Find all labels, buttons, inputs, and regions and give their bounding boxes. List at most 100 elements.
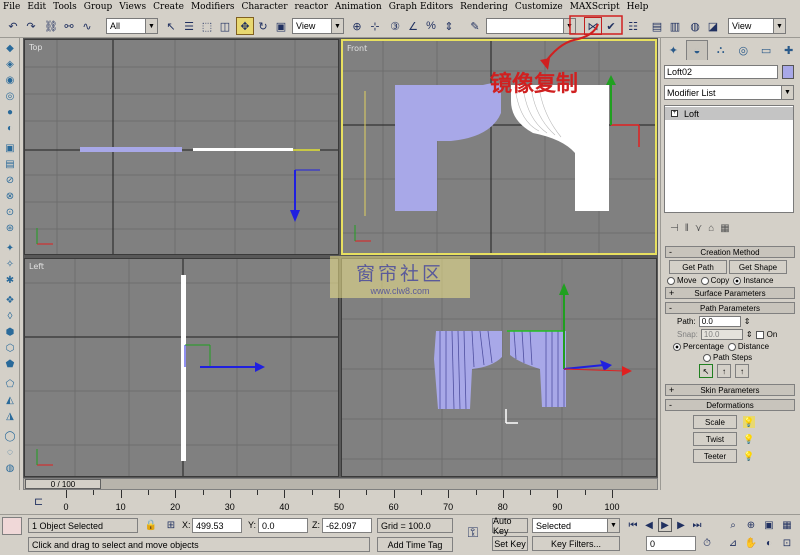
snaps-toggle-icon[interactable]: ③ xyxy=(386,17,404,35)
edit-named-selection-icon[interactable]: ✎ xyxy=(466,17,484,35)
reactor-tool-icon[interactable]: ▣ xyxy=(3,142,17,154)
lightbulb-icon[interactable]: 💡 xyxy=(743,450,755,462)
loft-object-perspective[interactable] xyxy=(434,331,502,409)
remove-modifier-icon[interactable]: ⌂ xyxy=(708,223,714,234)
key-mode-dropdown[interactable]: Selected ▼ xyxy=(532,518,620,533)
field-of-view-icon[interactable]: ⊿ xyxy=(726,536,740,550)
radio-instance[interactable]: Instance xyxy=(733,276,774,285)
reference-coordinate-dropdown[interactable]: View ▼ xyxy=(292,18,344,34)
show-end-result-icon[interactable]: ‖ xyxy=(685,223,689,234)
reactor-tool-icon[interactable]: ◍ xyxy=(3,462,17,474)
selection-filter-dropdown[interactable]: All ▼ xyxy=(106,18,158,34)
pan-icon[interactable]: ✋ xyxy=(744,536,758,550)
menu-views[interactable]: Views xyxy=(119,2,146,12)
reactor-tool-icon[interactable]: ⬠ xyxy=(3,378,17,390)
pivot-center-icon[interactable]: ⊕ xyxy=(348,17,366,35)
schematic-view-icon[interactable]: ▥ xyxy=(666,17,684,35)
lock-selection-icon[interactable]: 🔒 xyxy=(144,518,158,532)
select-object-icon[interactable]: ↖ xyxy=(162,17,180,35)
stack-item-loft[interactable]: + Loft xyxy=(665,107,793,120)
menu-graph-editors[interactable]: Graph Editors xyxy=(389,2,453,12)
reactor-tool-icon[interactable]: ✦ xyxy=(3,242,17,254)
menu-character[interactable]: Character xyxy=(242,2,288,12)
spinner-arrows-icon[interactable]: ⇕ xyxy=(746,330,753,339)
menu-edit[interactable]: Edit xyxy=(27,2,46,12)
set-key-button[interactable]: Set Key xyxy=(492,536,528,551)
link-icon[interactable]: ⛓ xyxy=(42,17,60,35)
bind-space-warp-icon[interactable]: ∿ xyxy=(78,17,96,35)
zoom-extents-icon[interactable]: ▣ xyxy=(762,518,776,532)
snap-spinner[interactable]: 10.0 xyxy=(700,329,743,340)
viewport-left[interactable]: Left xyxy=(24,258,339,477)
reactor-tool-icon[interactable]: ◉ xyxy=(3,74,17,86)
loft-object-front[interactable] xyxy=(395,83,501,211)
menu-modifiers[interactable]: Modifiers xyxy=(191,2,235,12)
menu-file[interactable]: File xyxy=(3,2,20,12)
reactor-tool-icon[interactable]: ⊛ xyxy=(3,222,17,234)
add-time-tag-button[interactable]: Add Time Tag xyxy=(377,537,453,552)
reactor-tool-icon[interactable]: ◮ xyxy=(3,410,17,422)
utilities-tab-icon[interactable]: ✚ xyxy=(778,40,799,60)
reactor-tool-icon[interactable]: ⬟ xyxy=(3,358,17,370)
next-shape-icon[interactable]: ↑ xyxy=(735,364,749,378)
rollout-deformations[interactable]: - Deformations xyxy=(665,399,795,411)
reactor-tool-icon[interactable]: ❖ xyxy=(3,294,17,306)
rollout-surface-parameters[interactable]: + Surface Parameters xyxy=(665,287,795,299)
loft-object-top[interactable] xyxy=(80,147,182,152)
scale-deformation-button[interactable]: Scale xyxy=(693,415,737,429)
menu-group[interactable]: Group xyxy=(84,2,112,12)
create-tab-icon[interactable]: ✦ xyxy=(663,40,684,60)
key-filters-button[interactable]: Key Filters... xyxy=(532,536,620,551)
configure-modifier-sets-icon[interactable]: ▦ xyxy=(720,223,729,234)
reactor-tool-icon[interactable]: ◌ xyxy=(3,446,17,458)
radio-path-steps[interactable]: Path Steps xyxy=(703,353,752,362)
play-icon[interactable]: ▶ xyxy=(658,518,672,532)
reactor-tool-icon[interactable]: ◯ xyxy=(3,430,17,442)
reactor-tool-icon[interactable]: ◆ xyxy=(3,42,17,54)
reactor-tool-icon[interactable]: ⬢ xyxy=(3,326,17,338)
reactor-tool-icon[interactable]: ✧ xyxy=(3,258,17,270)
display-tab-icon[interactable]: ▭ xyxy=(756,40,777,60)
mini-curve-editor-icon[interactable]: ⊏ xyxy=(34,495,43,508)
twist-deformation-button[interactable]: Twist xyxy=(693,432,737,446)
menu-animation[interactable]: Animation xyxy=(335,2,382,12)
reactor-tool-icon[interactable]: ⬡ xyxy=(3,342,17,354)
x-coordinate-field[interactable]: 499.53 xyxy=(192,518,242,533)
loft-copy-front[interactable] xyxy=(511,85,609,211)
radio-percentage[interactable]: Percentage xyxy=(673,342,724,351)
spinner-arrows-icon[interactable]: ⇕ xyxy=(744,317,751,326)
zoom-extents-all-icon[interactable]: ▦ xyxy=(780,518,794,532)
get-shape-button[interactable]: Get Shape xyxy=(729,260,787,274)
angle-snap-icon[interactable]: ∠ xyxy=(404,17,422,35)
hierarchy-tab-icon[interactable]: ⛬ xyxy=(710,40,731,60)
z-coordinate-field[interactable]: -62.097 xyxy=(322,518,372,533)
get-path-button[interactable]: Get Path xyxy=(669,260,727,274)
auto-key-button[interactable]: Auto Key xyxy=(492,516,528,536)
modify-tab-icon[interactable]: ◒ xyxy=(685,40,709,60)
spinner-snap-icon[interactable]: ⇕ xyxy=(440,17,458,35)
material-editor-icon[interactable]: ◍ xyxy=(686,17,704,35)
zoom-all-icon[interactable]: ⊕ xyxy=(744,518,758,532)
viewport-label[interactable]: Top xyxy=(29,43,43,52)
maximize-viewport-icon[interactable]: ⊡ xyxy=(780,536,794,550)
viewport-label[interactable]: Left xyxy=(29,262,44,271)
expand-icon[interactable]: + xyxy=(671,110,678,117)
reactor-tool-icon[interactable]: ✱ xyxy=(3,274,17,286)
path-spinner[interactable]: 0.0 xyxy=(698,316,741,327)
reactor-tool-icon[interactable]: ⊗ xyxy=(3,190,17,202)
reactor-tool-icon[interactable]: ⊙ xyxy=(3,206,17,218)
rollout-path-parameters[interactable]: - Path Parameters xyxy=(665,302,795,314)
y-coordinate-field[interactable]: 0.0 xyxy=(258,518,308,533)
snap-on-checkbox[interactable] xyxy=(755,330,764,339)
absolute-mode-icon[interactable]: ⊞ xyxy=(164,518,178,532)
menu-help[interactable]: Help xyxy=(627,2,649,12)
go-to-start-icon[interactable]: ⏮ xyxy=(626,518,640,532)
menu-create[interactable]: Create xyxy=(153,2,184,12)
reactor-tool-icon[interactable]: ◎ xyxy=(3,90,17,102)
reactor-tool-icon[interactable]: ◈ xyxy=(3,58,17,70)
radio-move[interactable]: Move xyxy=(667,276,697,285)
rollout-creation-method[interactable]: - Creation Method xyxy=(665,246,795,258)
reactor-tool-icon[interactable]: ◭ xyxy=(3,394,17,406)
render-type-dropdown[interactable]: View ▼ xyxy=(728,18,786,34)
viewport-label[interactable]: Front xyxy=(347,44,367,53)
